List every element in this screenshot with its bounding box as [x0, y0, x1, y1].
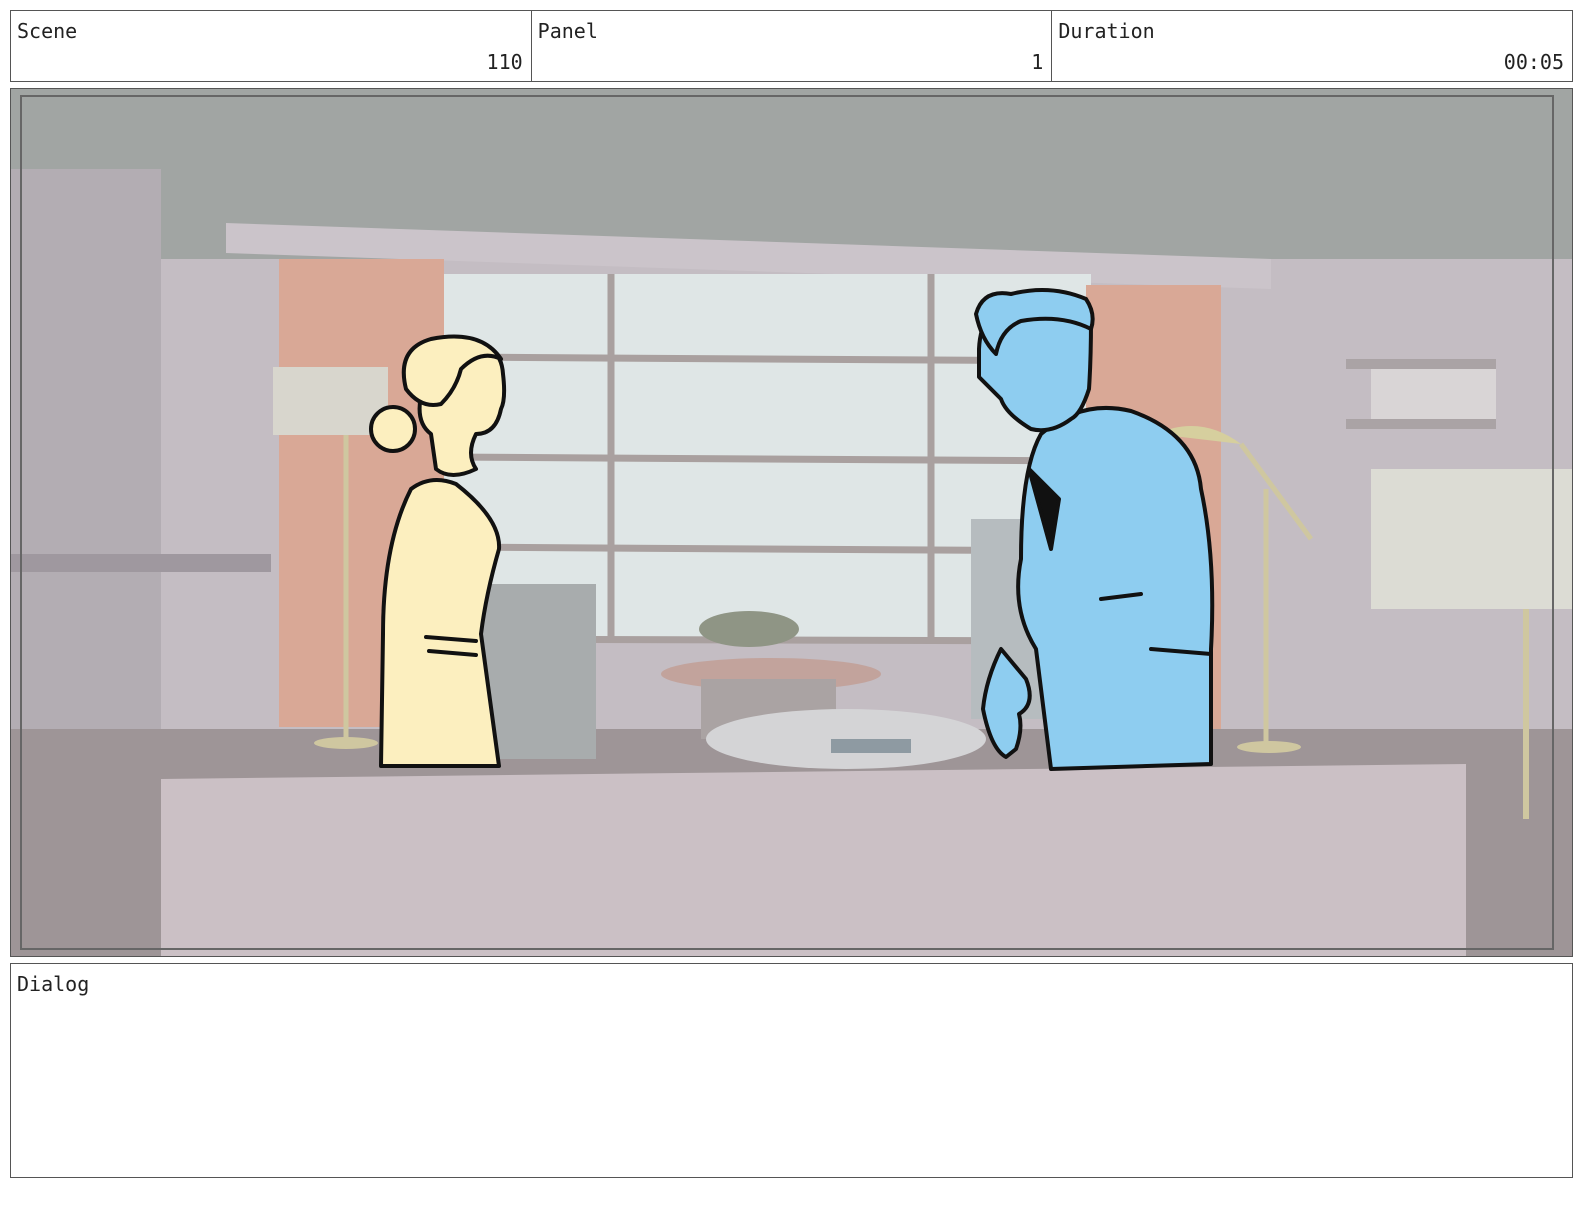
armchair-left	[481, 584, 596, 759]
panel-label: Panel	[537, 19, 598, 43]
lamp-shade-right-foreground	[1371, 469, 1572, 609]
panel-value[interactable]: 1	[1031, 50, 1043, 74]
shelf	[1346, 359, 1496, 369]
panel-drawing	[11, 89, 1572, 956]
scene-cell: Scene 110	[11, 11, 532, 81]
panel-cell: Panel 1	[532, 11, 1053, 81]
dialog-label: Dialog	[17, 972, 90, 996]
scene-value[interactable]: 110	[487, 50, 523, 74]
plant	[699, 611, 799, 647]
storyboard-header: Scene 110 Panel 1 Duration 00:05	[10, 10, 1573, 82]
dialog-box[interactable]: Dialog	[10, 963, 1573, 1178]
book	[831, 739, 911, 753]
duration-cell: Duration 00:05	[1052, 11, 1572, 81]
lamp-base-right	[1237, 741, 1301, 753]
sofa-back	[161, 764, 1466, 956]
left-wall-trim	[11, 554, 271, 572]
duration-value[interactable]: 00:05	[1504, 50, 1564, 74]
lamp-base-left	[314, 737, 378, 749]
duration-label: Duration	[1058, 19, 1155, 43]
books-row	[1371, 369, 1496, 419]
panel-image-frame[interactable]	[10, 88, 1573, 957]
scene-label: Scene	[17, 19, 78, 43]
shelf	[1346, 419, 1496, 429]
